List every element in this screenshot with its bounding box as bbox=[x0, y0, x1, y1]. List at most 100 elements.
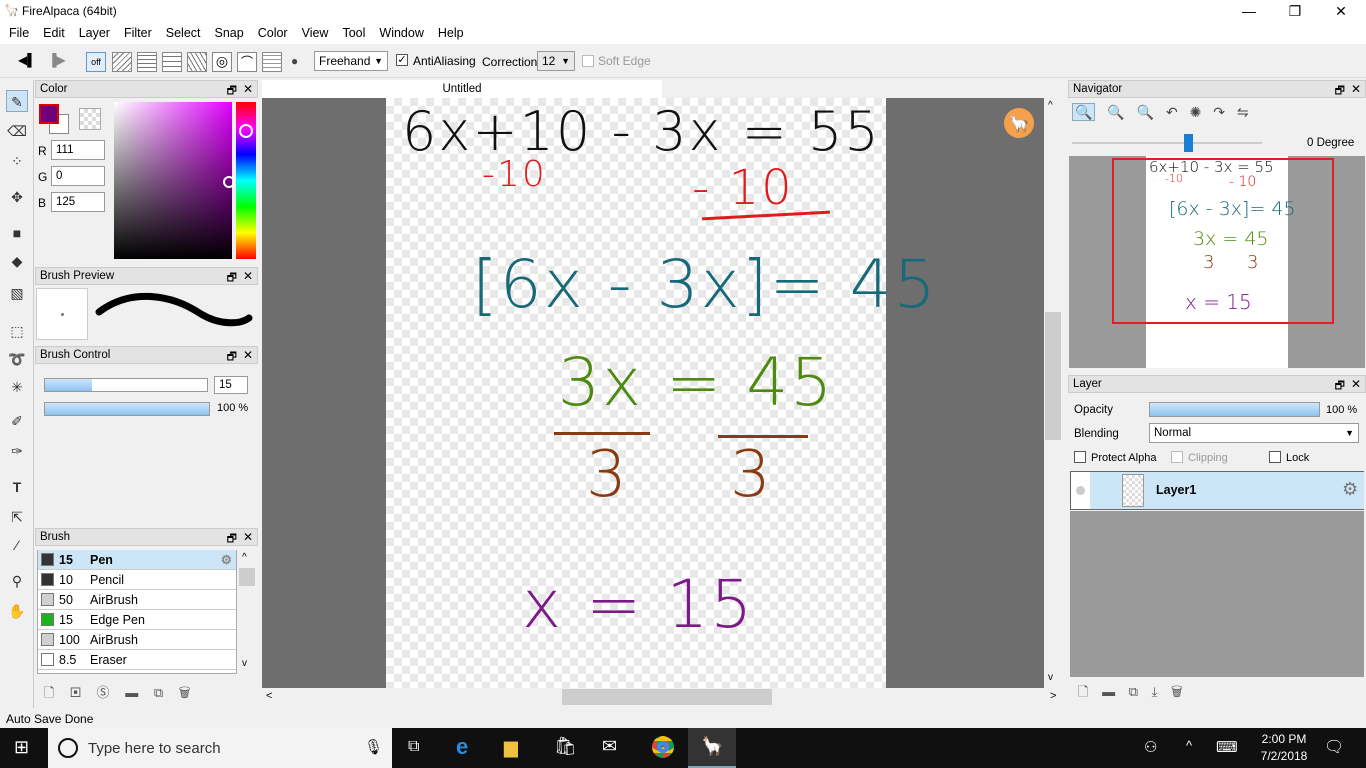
select-eraser-icon[interactable]: ✑ bbox=[6, 440, 28, 462]
menu-file[interactable]: File bbox=[2, 22, 36, 44]
eraser-tool-icon[interactable]: ⌫ bbox=[6, 120, 28, 142]
folder-icon[interactable]: ▬ bbox=[125, 685, 138, 700]
scroll-thumb[interactable] bbox=[239, 568, 255, 586]
saturation-value-picker[interactable] bbox=[114, 102, 235, 259]
select-tool-icon[interactable]: ⬚ bbox=[6, 320, 28, 342]
snap-3d-icon[interactable]: ⌒ bbox=[237, 52, 257, 72]
menu-edit[interactable]: Edit bbox=[36, 22, 72, 44]
snap-radial-icon[interactable] bbox=[187, 52, 207, 72]
undo-icon[interactable]: ◀▌ bbox=[18, 53, 36, 67]
brush-item[interactable]: 10 Pencil bbox=[38, 570, 236, 590]
task-view-icon[interactable]: ⧉ bbox=[408, 738, 419, 756]
hue-cursor[interactable] bbox=[239, 124, 253, 138]
snap-parallel-icon[interactable] bbox=[112, 52, 132, 72]
minimize-button[interactable]: — bbox=[1226, 0, 1272, 22]
float-icon[interactable]: 🗗 bbox=[227, 82, 237, 101]
scroll-right-icon[interactable]: > bbox=[1050, 690, 1056, 702]
blending-select[interactable]: Normal ▼ bbox=[1149, 423, 1359, 443]
clock-date[interactable]: 7/2/2018 bbox=[1256, 749, 1312, 763]
menu-help[interactable]: Help bbox=[431, 22, 471, 44]
navigator-preview[interactable]: 6x+10 - 3x = 55 -10 - 10 [6x - 3x]= 45 3… bbox=[1069, 156, 1365, 368]
text-tool-icon[interactable]: T bbox=[6, 476, 28, 498]
snap-off-button[interactable]: off bbox=[86, 52, 106, 72]
menu-color[interactable]: Color bbox=[251, 22, 295, 44]
snap-circle-icon[interactable]: ◎ bbox=[212, 52, 232, 72]
brush-size-slider[interactable] bbox=[44, 378, 208, 392]
lasso-tool-icon[interactable]: ➰ bbox=[6, 348, 28, 370]
transparent-color-swatch[interactable] bbox=[79, 108, 101, 130]
menu-view[interactable]: View bbox=[295, 22, 336, 44]
scroll-down-icon[interactable]: v bbox=[242, 658, 247, 669]
close-icon[interactable]: ✕ bbox=[1351, 82, 1361, 96]
brush-item[interactable]: 8.5 Eraser bbox=[38, 650, 236, 670]
delete-layer-icon[interactable]: 🗑 bbox=[1171, 684, 1183, 699]
new-brush-icon[interactable]: 🗋 bbox=[44, 685, 54, 700]
file-explorer-icon[interactable]: ▆ bbox=[504, 737, 518, 758]
brush-item[interactable]: 15 Pen ⚙ bbox=[38, 550, 236, 570]
windows-start-icon[interactable]: ⊞ bbox=[14, 737, 29, 758]
close-icon[interactable]: ✕ bbox=[243, 82, 253, 96]
gear-icon[interactable]: ⚙ bbox=[221, 552, 232, 567]
duplicate-brush-icon[interactable]: ▣ bbox=[70, 685, 81, 700]
merge-down-icon[interactable]: ⤓ bbox=[1152, 684, 1158, 699]
rotate-reset-icon[interactable]: ✺ bbox=[1190, 104, 1202, 120]
menu-filter[interactable]: Filter bbox=[117, 22, 159, 44]
snap-perspective-icon[interactable] bbox=[262, 52, 282, 72]
new-folder-icon[interactable]: ▬ bbox=[1102, 684, 1115, 699]
dot-tool-icon[interactable]: ⁘ bbox=[6, 150, 28, 172]
trash-icon[interactable]: 🗑 bbox=[179, 685, 191, 700]
close-icon[interactable]: ✕ bbox=[1351, 377, 1361, 391]
scroll-left-icon[interactable]: < bbox=[266, 690, 272, 702]
protect-alpha-checkbox[interactable] bbox=[1074, 451, 1086, 463]
close-button[interactable]: ✕ bbox=[1318, 0, 1364, 22]
close-icon[interactable]: ✕ bbox=[243, 348, 253, 362]
menu-window[interactable]: Window bbox=[372, 22, 430, 44]
redo-icon[interactable]: ▐▶ bbox=[48, 53, 66, 67]
menu-snap[interactable]: Snap bbox=[208, 22, 251, 44]
correction-select[interactable]: 12 ▼ bbox=[537, 51, 575, 71]
layer-opacity-slider[interactable] bbox=[1149, 402, 1320, 417]
flip-icon[interactable]: ⇋ bbox=[1237, 104, 1249, 120]
clipping-checkbox[interactable] bbox=[1171, 451, 1183, 463]
people-icon[interactable]: ⚇ bbox=[1144, 738, 1157, 756]
gradient-tool-icon[interactable]: ▧ bbox=[6, 282, 28, 304]
float-icon[interactable]: 🗗 bbox=[1335, 82, 1345, 101]
scroll-up-icon[interactable]: ^ bbox=[242, 552, 247, 563]
notifications-icon[interactable]: 🗨 bbox=[1324, 737, 1344, 757]
float-icon[interactable]: 🗗 bbox=[1335, 377, 1345, 396]
eyedropper-icon[interactable]: ⚲ bbox=[6, 570, 28, 592]
tray-chevron-icon[interactable]: ^ bbox=[1186, 738, 1192, 753]
snap-curve-icon[interactable] bbox=[162, 52, 182, 72]
zoom-fit-icon[interactable]: 🔍 bbox=[1137, 104, 1154, 120]
rotate-left-icon[interactable]: ↶ bbox=[1166, 104, 1178, 120]
r-input[interactable] bbox=[51, 140, 105, 160]
close-icon[interactable]: ✕ bbox=[243, 530, 253, 544]
zoom-out-icon[interactable]: 🔍 bbox=[1107, 104, 1124, 120]
menu-select[interactable]: Select bbox=[159, 22, 208, 44]
snap-dot-icon[interactable]: ● bbox=[291, 54, 298, 68]
bucket-tool-icon[interactable]: ◆ bbox=[6, 250, 28, 272]
clock-time[interactable]: 2:00 PM bbox=[1256, 732, 1312, 746]
picker-cursor[interactable] bbox=[223, 176, 235, 188]
move-tool-icon[interactable]: ✥ bbox=[6, 186, 28, 208]
brush-size-input[interactable] bbox=[214, 376, 248, 394]
keyboard-icon[interactable]: ⌨ bbox=[1216, 738, 1238, 756]
rotation-thumb[interactable] bbox=[1184, 134, 1193, 152]
b-input[interactable] bbox=[51, 192, 105, 212]
hand-tool-icon[interactable]: ✋ bbox=[6, 600, 28, 622]
primary-color-swatch[interactable] bbox=[39, 104, 59, 124]
hue-slider[interactable] bbox=[236, 102, 256, 259]
fill-rect-tool-icon[interactable]: ■ bbox=[6, 222, 28, 244]
float-icon[interactable]: 🗗 bbox=[227, 348, 237, 367]
brush-item[interactable]: 100 AirBrush bbox=[38, 630, 236, 650]
stroke-mode-select[interactable]: Freehand ▼ bbox=[314, 51, 388, 71]
firealpaca-taskbar-button[interactable]: 🦙 bbox=[688, 728, 736, 768]
maximize-button[interactable]: ❐ bbox=[1272, 0, 1318, 22]
layer-row[interactable]: Layer1 ⚙ bbox=[1070, 471, 1364, 510]
chrome-icon[interactable] bbox=[652, 736, 674, 758]
lock-checkbox[interactable] bbox=[1269, 451, 1281, 463]
operation-tool-icon[interactable]: ⇱ bbox=[6, 506, 28, 528]
select-pen-icon[interactable]: ✐ bbox=[6, 410, 28, 432]
float-icon[interactable]: 🗗 bbox=[227, 269, 237, 288]
float-icon[interactable]: 🗗 bbox=[227, 530, 237, 549]
